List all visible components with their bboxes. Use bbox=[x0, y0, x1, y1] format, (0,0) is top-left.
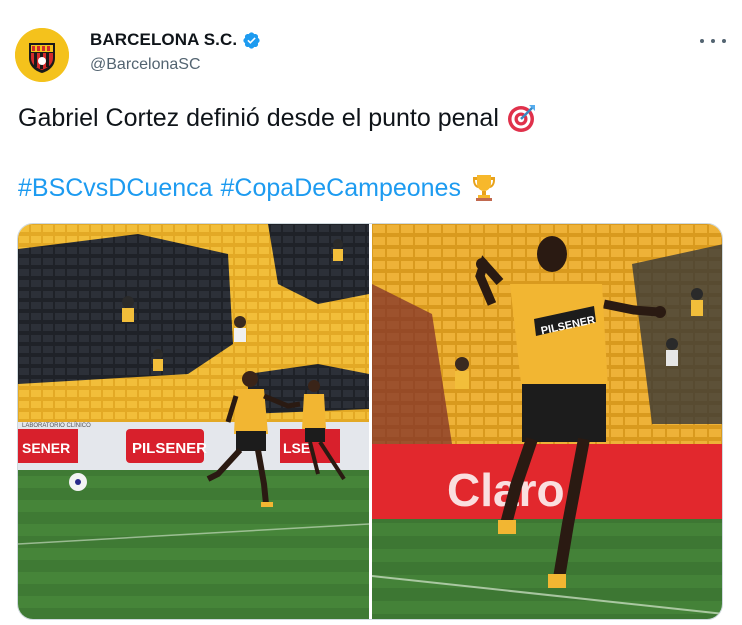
photo-penalty-kick[interactable]: SENER PILSENER LSE LABORATORIO CLÍNICO bbox=[18, 224, 369, 619]
svg-text:SENER: SENER bbox=[22, 440, 70, 456]
verified-badge-icon[interactable] bbox=[242, 31, 261, 50]
author-name-row: BARCELONA S.C. bbox=[90, 29, 261, 51]
hashtag-link[interactable]: #BSCvsDCuenca bbox=[18, 172, 213, 204]
more-dot-icon bbox=[722, 39, 726, 43]
tweet-text: Gabriel Cortez definió desde el punto pe… bbox=[18, 104, 499, 132]
avatar[interactable] bbox=[15, 28, 69, 82]
photo-goal-celebration[interactable]: Claro PILSENER bbox=[372, 224, 722, 619]
tweet-text-line: Gabriel Cortez definió desde el punto pe… bbox=[18, 102, 537, 134]
more-dot-icon bbox=[711, 39, 715, 43]
direct-hit-target-icon bbox=[507, 103, 537, 133]
trophy-icon bbox=[469, 173, 499, 203]
hashtags-line: #BSCvsDCuenca #CopaDeCampeones bbox=[18, 172, 499, 204]
hashtag-link[interactable]: #CopaDeCampeones bbox=[221, 172, 461, 204]
svg-text:LSE: LSE bbox=[283, 440, 310, 456]
author-block: BARCELONA S.C. @BarcelonaSC bbox=[90, 29, 261, 74]
svg-text:LABORATORIO CLÍNICO: LABORATORIO CLÍNICO bbox=[22, 422, 91, 429]
more-dot-icon bbox=[700, 39, 704, 43]
tweet: BARCELONA S.C. @BarcelonaSC Gabriel Cort… bbox=[0, 0, 742, 625]
media-grid: SENER PILSENER LSE LABORATORIO CLÍNICO C… bbox=[17, 223, 723, 620]
author-name[interactable]: BARCELONA S.C. bbox=[90, 30, 237, 50]
more-options-button[interactable] bbox=[700, 30, 726, 52]
author-handle[interactable]: @BarcelonaSC bbox=[90, 56, 261, 74]
barcelona-sc-crest-icon bbox=[15, 28, 69, 82]
svg-text:PILSENER: PILSENER bbox=[132, 440, 207, 457]
